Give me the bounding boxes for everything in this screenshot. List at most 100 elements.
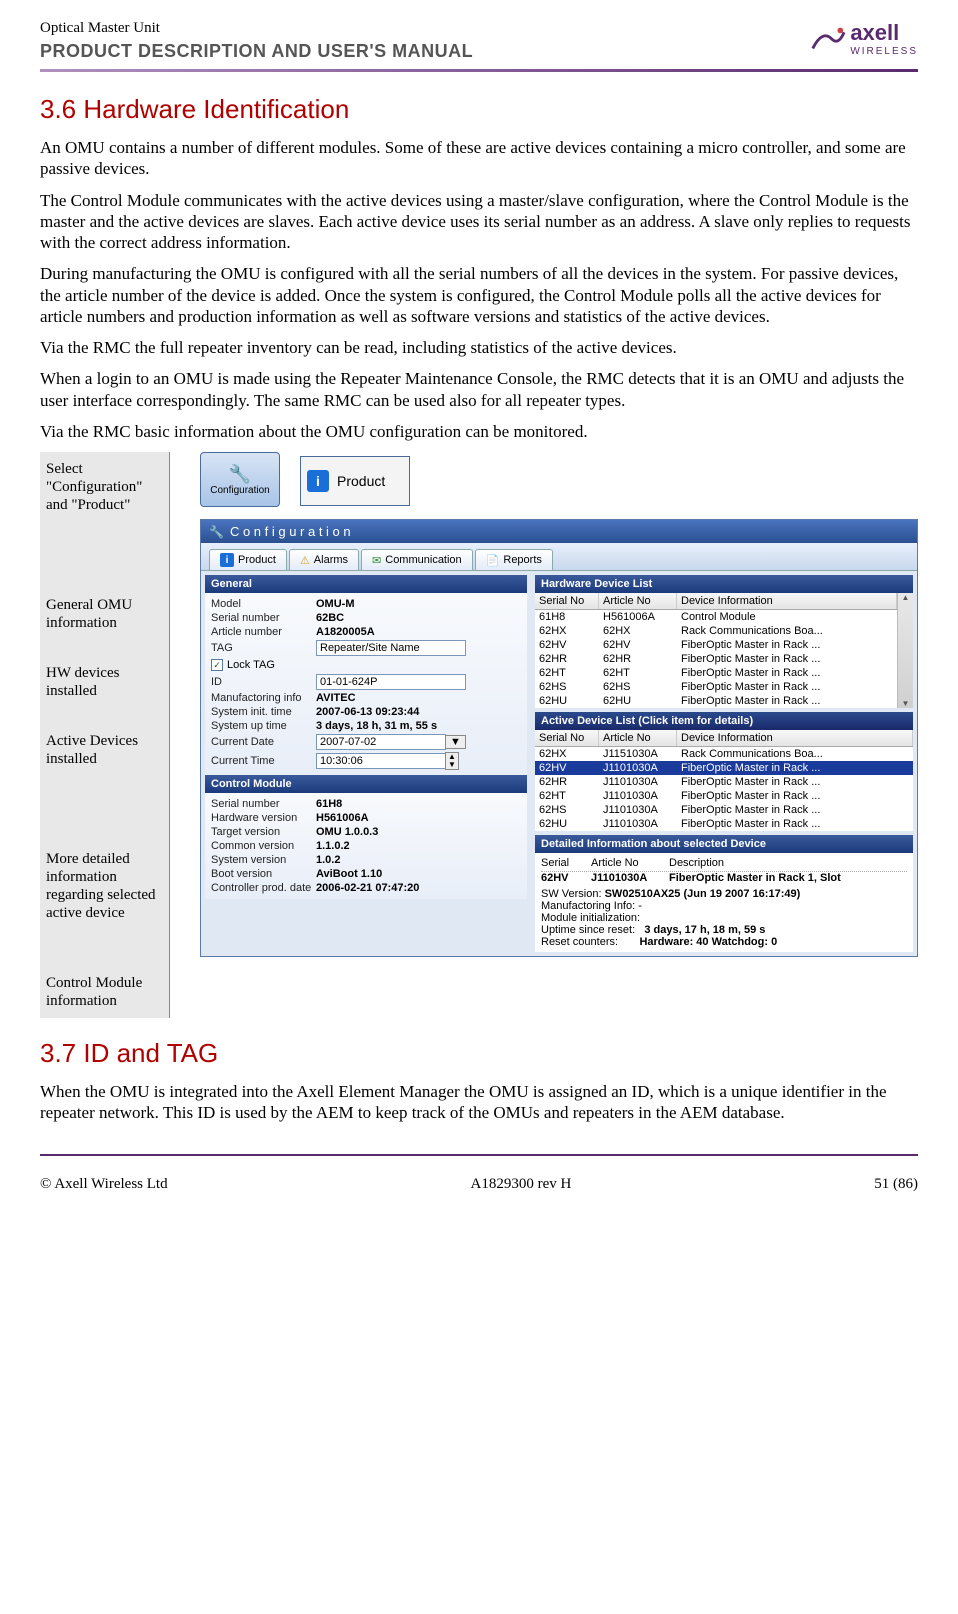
config-figure: Select "Configuration" and "Product" Gen… [40,452,918,1018]
hw-col-serial[interactable]: Serial No [535,593,599,609]
init-label: System init. time [211,706,316,718]
cm-target-value: OMU 1.0.0.3 [316,826,378,838]
config-icon-label: Configuration [210,485,269,496]
control-module-content: Serial number61H8 Hardware versionH56100… [205,793,527,899]
detail-uptime-label: Uptime since reset: [541,924,635,936]
tab-product-label: Product [238,554,276,566]
id-input[interactable] [316,674,466,690]
detail-col-article: Article No [591,857,669,869]
table-row[interactable]: 62HSJ1101030AFiberOptic Master in Rack .… [535,803,913,817]
tab-communication[interactable]: ✉ Communication [361,549,473,570]
screenshot-column: 🔧 Configuration i Product 🔧 C o n f i g … [170,452,918,1018]
icon-row: 🔧 Configuration i Product [200,452,918,507]
header-subtitle: PRODUCT DESCRIPTION AND USER'S MANUAL [40,41,473,62]
logo-text: axell [850,20,918,46]
uptime-value: 3 days, 18 h, 31 m, 55 s [316,720,437,732]
table-row[interactable]: 62HTJ1101030AFiberOptic Master in Rack .… [535,789,913,803]
left-panel: General ModelOMU-M Serial number62BC Art… [201,571,531,956]
time-spinner-icon[interactable]: ▲▼ [445,752,459,770]
detail-mfg-value: - [638,900,642,912]
article-label: Article number [211,626,316,638]
table-row[interactable]: 62HS62HSFiberOptic Master in Rack ... [535,680,897,694]
model-value: OMU-M [316,598,355,610]
envelope-icon: ✉ [372,554,381,567]
para-3-6-1: An OMU contains a number of different mo… [40,137,918,180]
callout-select-config: Select "Configuration" and "Product" [46,460,163,514]
para-3-6-6: Via the RMC basic information about the … [40,421,918,442]
page-header: Optical Master Unit PRODUCT DESCRIPTION … [40,20,918,67]
table-row[interactable]: 62HUJ1101030AFiberOptic Master in Rack .… [535,817,913,831]
footer-right: 51 (86) [874,1176,918,1193]
model-label: Model [211,598,316,610]
table-row[interactable]: 62HXJ1151030ARack Communications Boa... [535,747,913,761]
table-row[interactable]: 62HVJ1101030AFiberOptic Master in Rack .… [535,761,913,775]
tab-product[interactable]: i Product [209,549,287,570]
cm-ctrl-label: Controller prod. date [211,882,316,894]
active-col-device[interactable]: Device Information [677,730,913,746]
window-titlebar: 🔧 C o n f i g u r a t i o n [201,520,917,543]
active-col-article[interactable]: Article No [599,730,677,746]
wrench-icon: 🔧 [229,464,251,485]
id-label: ID [211,676,316,688]
scroll-up-icon: ▲ [902,593,910,602]
right-panel: Hardware Device List Serial No Article N… [531,571,917,956]
detail-mfg-label: Manufactoring Info: [541,900,635,912]
date-dropdown-icon[interactable]: ▼ [445,735,466,749]
uptime-label: System up time [211,720,316,732]
tag-input[interactable] [316,640,466,656]
page-footer: © Axell Wireless Ltd A1829300 rev H 51 (… [40,1154,918,1193]
para-3-6-5: When a login to an OMU is made using the… [40,368,918,411]
cm-target-label: Target version [211,826,316,838]
table-row[interactable]: 62HU62HUFiberOptic Master in Rack ... [535,694,897,708]
detail-col-serial: Serial [541,857,591,869]
cm-common-label: Common version [211,840,316,852]
init-value: 2007-06-13 09:23:44 [316,706,419,718]
header-product: Optical Master Unit [40,20,473,37]
table-row[interactable]: 62HV62HVFiberOptic Master in Rack ... [535,638,897,652]
detail-sw-label: SW Version: [541,888,602,900]
curtime-input[interactable] [316,753,446,769]
configuration-window: 🔧 C o n f i g u r a t i o n i Product ⚠Al… [200,519,918,957]
curtime-label: Current Time [211,755,316,767]
table-row[interactable]: 61H8H561006AControl Module [535,610,897,624]
product-icon-button[interactable]: i Product [300,456,410,506]
cm-serial-label: Serial number [211,798,316,810]
logo: axell WIRELESS [808,20,918,57]
header-left: Optical Master Unit PRODUCT DESCRIPTION … [40,20,473,62]
callout-active-devices: Active Devices installed [46,732,163,768]
tag-label: TAG [211,642,316,654]
table-row[interactable]: 62HX62HXRack Communications Boa... [535,624,897,638]
cm-common-value: 1.1.0.2 [316,840,350,852]
detail-init-label: Module initialization: [541,912,640,924]
configuration-icon-button[interactable]: 🔧 Configuration [200,452,280,507]
section-3-7-heading: 3.7 ID and TAG [40,1038,918,1069]
detail-sw-value: SW02510AX25 (Jun 19 2007 16:17:49) [605,888,801,900]
hw-scrollbar[interactable]: ▲▼ [897,593,913,708]
scroll-down-icon: ▼ [902,699,910,708]
lock-tag-checkbox[interactable]: ✓ [211,659,223,671]
hw-col-device[interactable]: Device Information [677,593,897,609]
mfg-label: Manufactoring info [211,692,316,704]
detail-col-desc: Description [669,857,724,869]
table-row[interactable]: 62HR62HRFiberOptic Master in Rack ... [535,652,897,666]
tab-communication-label: Communication [385,554,461,566]
hw-col-article[interactable]: Article No [599,593,677,609]
detail-reset-label: Reset counters: [541,936,618,948]
table-row[interactable]: 62HT62HTFiberOptic Master in Rack ... [535,666,897,680]
callout-detailed-info: More detailed information regarding sele… [46,850,163,922]
callout-column: Select "Configuration" and "Product" Gen… [40,452,170,1018]
tab-reports[interactable]: 📄Reports [475,549,553,570]
hardware-device-list: Serial No Article No Device Information … [535,593,913,708]
para-3-6-4: Via the RMC the full repeater inventory … [40,337,918,358]
mfg-value: AVITEC [316,692,356,704]
detail-box: Serial Article No Description 62HV J1101… [535,853,913,952]
info-sm-icon: i [220,553,234,567]
curdate-input[interactable] [316,734,446,750]
report-icon: 📄 [486,554,500,567]
table-row[interactable]: 62HRJ1101030AFiberOptic Master in Rack .… [535,775,913,789]
active-col-serial[interactable]: Serial No [535,730,599,746]
callout-hw-devices: HW devices installed [46,664,163,700]
tab-alarms[interactable]: ⚠Alarms [289,549,359,570]
cm-boot-label: Boot version [211,868,316,880]
detail-article-value: J1101030A [591,872,669,884]
